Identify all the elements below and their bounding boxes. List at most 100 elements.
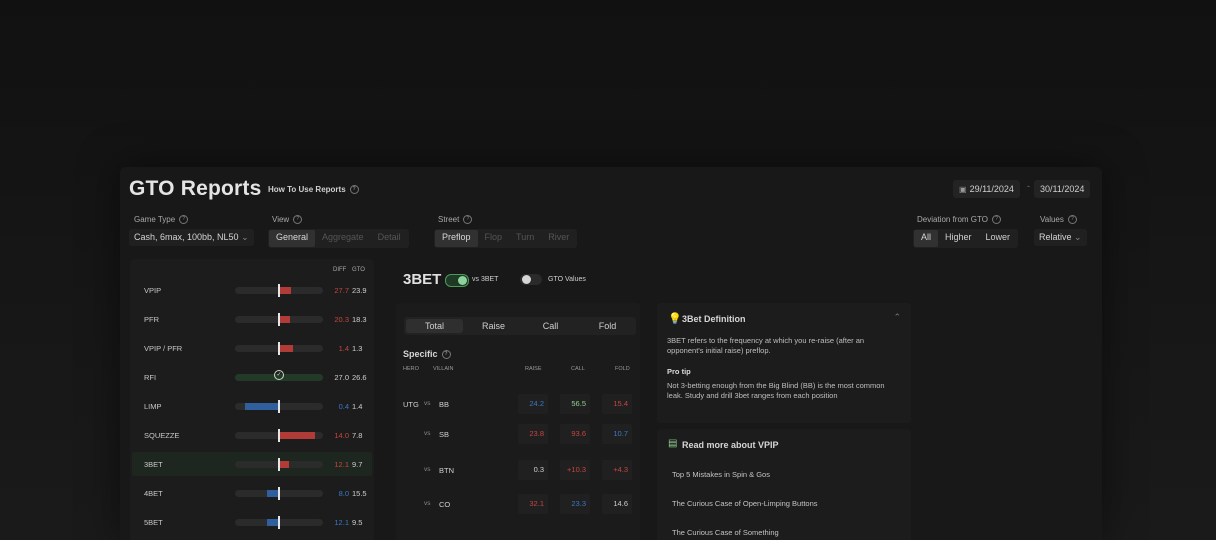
street-preflop[interactable]: Preflop (435, 230, 478, 247)
view-aggregate[interactable]: Aggregate (315, 230, 371, 247)
metric-row-vpip[interactable]: VPIP 27.7 23.9 (132, 278, 372, 302)
date-separator: - (1027, 181, 1030, 191)
metric-gto: 9.5 (352, 518, 363, 527)
pro-tip-title: Pro tip (667, 367, 691, 376)
villain-position: CO (439, 500, 451, 509)
how-to-use-reports-link[interactable]: How To Use Reports? (268, 185, 359, 195)
gto-reports-window: GTO Reports How To Use Reports? ▣ 29/11/2… (120, 167, 1102, 540)
col-raise: RAISE (525, 366, 542, 372)
chevron-down-icon: ⌄ (241, 232, 249, 242)
fold-cell: +4.3 (602, 460, 632, 480)
table-row[interactable]: vs SB 23.8 93.6 10.7 (396, 419, 640, 449)
detail-panel: Total Raise Call Fold Specific? HERO VIL… (396, 303, 640, 540)
metric-row-rfi[interactable]: RFI ✓ 27.0 26.6 (132, 365, 372, 389)
definition-card: 💡 3Bet Definition ⌃ 3BET refers to the f… (657, 303, 911, 423)
villain-position: SB (439, 430, 450, 439)
metric-row-4bet[interactable]: 4BET 8.0 15.5 (132, 481, 372, 505)
street-turn[interactable]: Turn (509, 230, 541, 247)
metric-row-vpip-pfr[interactable]: VPIP / PFR 1.4 1.3 (132, 336, 372, 360)
metric-diff: 1.4 (338, 344, 349, 353)
vs-3bet-toggle[interactable] (445, 274, 469, 287)
help-icon: ? (1067, 215, 1077, 225)
metric-diff: 27.7 (334, 286, 349, 295)
view-label: View? (272, 215, 303, 225)
gto-marker (278, 342, 280, 355)
page-title: GTO Reports (129, 177, 262, 200)
table-row[interactable]: vs BTN 0.3 +10.3 +4.3 (396, 455, 640, 485)
metric-diff: 12.1 (334, 518, 349, 527)
metric-name: 4BET (144, 489, 163, 498)
deviation-lower[interactable]: Lower (979, 230, 1018, 247)
pro-tip-text: Not 3-betting enough from the Big Blind … (667, 381, 885, 400)
raise-cell: 32.1 (518, 494, 548, 514)
gto-marker (278, 313, 280, 326)
table-row[interactable]: vs CO 32.1 23.3 14.6 (396, 489, 640, 519)
metric-gto: 15.5 (352, 489, 367, 498)
hero-position: UTG (403, 400, 419, 409)
metric-name: 5BET (144, 518, 163, 527)
gto-marker (278, 400, 280, 413)
villain-position: BTN (439, 466, 454, 475)
help-icon: ? (463, 215, 473, 225)
gto-marker (278, 458, 280, 471)
read-more-link[interactable]: The Curious Case of Open-Limping Buttons (672, 499, 818, 508)
metric-name: VPIP / PFR (144, 344, 183, 353)
metric-row-5bet[interactable]: 5BET 12.1 9.5 (132, 510, 372, 534)
col-gto-header: GTO (352, 267, 365, 273)
street-segmented: Preflop Flop Turn River (434, 229, 578, 248)
raise-cell: 0.3 (518, 460, 548, 480)
street-river[interactable]: River (541, 230, 576, 247)
read-more-link[interactable]: Top 5 Mistakes in Spin & Gos (672, 470, 770, 479)
deviation-all[interactable]: All (914, 230, 939, 247)
view-detail[interactable]: Detail (371, 230, 408, 247)
gto-values-toggle[interactable] (520, 274, 542, 285)
metric-name: PFR (144, 315, 159, 324)
metric-row-limp[interactable]: LIMP 0.4 1.4 (132, 394, 372, 418)
deviation-higher[interactable]: Higher (938, 230, 979, 247)
help-icon[interactable]: ? (349, 185, 359, 195)
metric-row-squezze[interactable]: SQUEZZE 14.0 7.8 (132, 423, 372, 447)
metric-gto: 26.6 (352, 373, 367, 382)
detail-title: 3BET (403, 271, 442, 288)
metric-gto: 18.3 (352, 315, 367, 324)
col-diff-header: DIFF (333, 267, 347, 273)
date-from-picker[interactable]: ▣ 29/11/2024 (953, 180, 1020, 198)
metric-diff: 0.4 (338, 402, 349, 411)
values-select[interactable]: Relative ⌄ (1034, 229, 1087, 246)
help-icon: ? (441, 350, 451, 360)
metric-name: SQUEZZE (144, 431, 180, 440)
gto-marker (278, 516, 280, 529)
metric-row-pfr[interactable]: PFR 20.3 18.3 (132, 307, 372, 331)
chevron-up-icon[interactable]: ⌃ (893, 312, 901, 323)
tab-call[interactable]: Call (522, 317, 579, 335)
metric-gto: 1.4 (352, 402, 363, 411)
tab-raise[interactable]: Raise (465, 317, 522, 335)
info-column: 💡 3Bet Definition ⌃ 3BET refers to the f… (657, 303, 911, 540)
table-row[interactable]: UTG vs BB 24.2 56.5 15.4 (396, 389, 640, 419)
metric-diff: 8.0 (338, 489, 349, 498)
metric-diff: 27.0 (334, 373, 349, 382)
date-to-picker[interactable]: 30/11/2024 (1034, 180, 1091, 198)
call-cell: +10.3 (560, 460, 590, 480)
help-icon: ? (991, 215, 1001, 225)
call-cell: 23.3 (560, 494, 590, 514)
document-icon: ▤ (668, 438, 678, 449)
read-more-card: ▤ Read more about VPIP Top 5 Mistakes in… (657, 429, 911, 540)
read-more-link[interactable]: The Curious Case of Something (672, 528, 779, 537)
tab-fold[interactable]: Fold (579, 317, 636, 335)
metric-row-3bet[interactable]: 3BET 12.1 9.7 (132, 452, 372, 476)
deviation-label: Deviation from GTO? (917, 215, 1001, 225)
villain-position: BB (439, 400, 450, 409)
col-villain: VILLAIN (433, 366, 454, 372)
vs-label: vs (424, 430, 431, 437)
view-general[interactable]: General (269, 230, 316, 247)
call-cell: 93.6 (560, 424, 590, 444)
game-type-label: Game Type? (134, 215, 189, 225)
vs-label: vs (424, 400, 431, 407)
tab-total[interactable]: Total (406, 319, 463, 333)
game-type-select[interactable]: Cash, 6max, 100bb, NL50 ⌄ (129, 229, 254, 246)
vs-label: vs (424, 500, 431, 507)
street-flop[interactable]: Flop (478, 230, 510, 247)
specific-heading: Specific? (403, 349, 451, 360)
definition-title: 3Bet Definition (682, 314, 746, 324)
